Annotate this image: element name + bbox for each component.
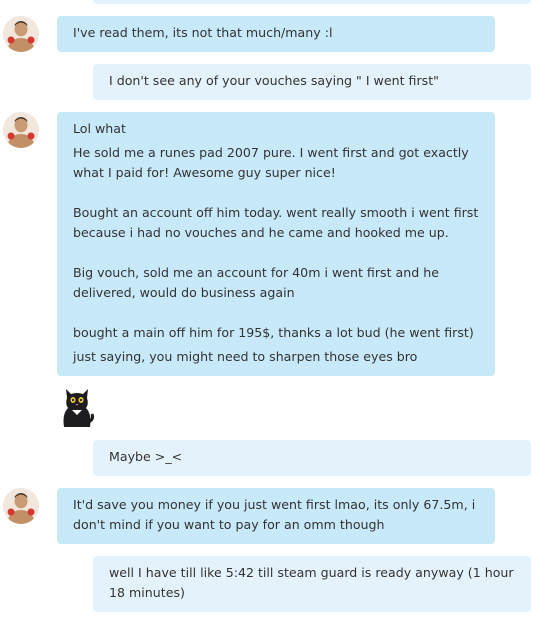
message-text: I don't see any of your vouches saying "… (109, 73, 439, 88)
message-text: Lol what (73, 121, 126, 136)
message-text: I've read them, its not that much/many :… (73, 25, 333, 40)
avatar-image (3, 488, 39, 524)
black-cat-sticker[interactable] (60, 384, 94, 428)
message-text: It'd save you money if you just went fir… (73, 497, 480, 532)
cat-icon (63, 389, 94, 427)
contact-avatar[interactable] (3, 112, 39, 148)
message-text: well I have till like 5:42 till steam gu… (109, 565, 518, 600)
outgoing-message-bubble[interactable] (93, 0, 531, 4)
message-text: Maybe >_< (109, 449, 183, 464)
outgoing-message-bubble[interactable]: well I have till like 5:42 till steam gu… (93, 556, 531, 612)
message-text: bought a main off him for 195$, thanks a… (73, 325, 474, 340)
outgoing-message-bubble[interactable]: I don't see any of your vouches saying "… (93, 64, 531, 100)
incoming-message-bubble[interactable]: Lol what He sold me a runes pad 2007 pur… (57, 112, 495, 376)
message-text: He sold me a runes pad 2007 pure. I went… (73, 145, 473, 180)
message-text: just saying, you might need to sharpen t… (73, 349, 418, 364)
incoming-message-bubble[interactable]: It'd save you money if you just went fir… (57, 488, 495, 544)
outgoing-message-bubble[interactable]: Maybe >_< (93, 440, 531, 476)
message-text: Bought an account off him today. went re… (73, 205, 483, 240)
contact-avatar[interactable] (3, 16, 39, 52)
incoming-message-bubble[interactable]: I've read them, its not that much/many :… (57, 16, 495, 52)
avatar-image (3, 16, 39, 52)
message-text: Big vouch, sold me an account for 40m i … (73, 265, 443, 300)
avatar-image (3, 112, 39, 148)
contact-avatar[interactable] (3, 488, 39, 524)
